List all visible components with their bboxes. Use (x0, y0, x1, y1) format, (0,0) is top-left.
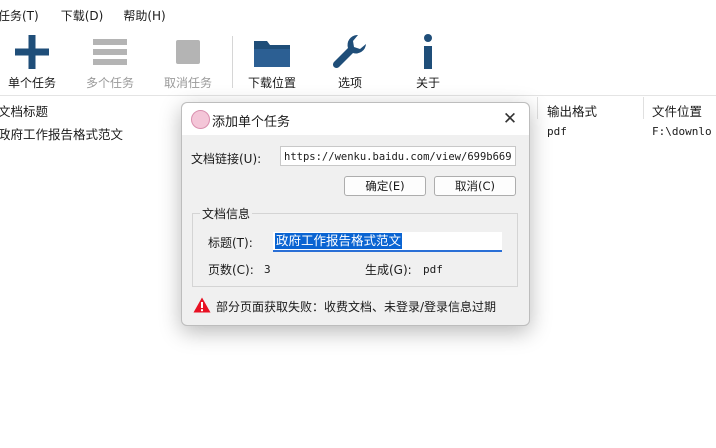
output-value: pdf (423, 263, 443, 276)
info-icon (418, 30, 438, 74)
confirm-button[interactable]: 确定(E) (344, 176, 426, 196)
menu-download[interactable]: 下载(D) (61, 7, 104, 24)
menu-help[interactable]: 帮助(H) (123, 7, 165, 24)
column-header-format[interactable]: 输出格式 (547, 101, 597, 120)
column-header-location[interactable]: 文件位置 (652, 101, 702, 120)
dialog-title: 添加单个任务 (212, 115, 291, 130)
cancel-task-button[interactable]: 取消任务 (160, 30, 216, 94)
close-icon[interactable]: ✕ (499, 108, 521, 130)
pages-label: 页数(C): (208, 263, 254, 277)
toolbar: 单个任务 多个任务 取消任务 下载位置 选项 关于 (0, 30, 716, 94)
warning-message: 部分页面获取失败：收费文档、未登录/登录信息过期 (193, 297, 496, 316)
wrench-icon (330, 30, 370, 74)
menu-bar: 任务(T) 下载(D) 帮助(H) (0, 0, 716, 30)
url-label: 文档链接(U): (191, 152, 262, 166)
title-input[interactable]: 政府工作报告格式范文 (273, 232, 502, 252)
list-divider (0, 95, 716, 96)
multi-task-button[interactable]: 多个任务 (82, 30, 138, 94)
warning-text: 部分页面获取失败：收费文档、未登录/登录信息过期 (216, 300, 497, 314)
stop-icon (174, 30, 202, 74)
about-button[interactable]: 关于 (400, 30, 456, 94)
row-title[interactable]: 政府工作报告格式范文 (0, 124, 123, 143)
title-value: 政府工作报告格式范文 (275, 233, 403, 249)
dialog-title-bar: 添加单个任务 ✕ (182, 103, 529, 135)
column-header-title[interactable]: 文档标题 (0, 101, 48, 120)
output-label: 生成(G): (365, 263, 412, 277)
menu-task[interactable]: 任务(T) (0, 7, 39, 24)
app-icon (191, 110, 210, 129)
group-title: 文档信息 (200, 205, 253, 222)
url-input[interactable]: https://wenku.baidu.com/view/699b669 (280, 146, 516, 166)
column-separator[interactable] (537, 97, 538, 119)
folder-icon (252, 30, 292, 74)
toolbar-separator (232, 36, 233, 88)
add-task-dialog: 添加单个任务 ✕ 文档链接(U): https://wenku.baidu.co… (181, 102, 530, 326)
plus-icon (13, 30, 51, 74)
pages-value: 3 (264, 263, 271, 276)
row-location[interactable]: F:\downlo (652, 125, 712, 138)
cancel-button[interactable]: 取消(C) (434, 176, 516, 196)
warning-icon (193, 297, 211, 316)
list-icon (91, 30, 129, 74)
row-format[interactable]: pdf (547, 125, 567, 138)
download-location-button[interactable]: 下载位置 (244, 30, 300, 94)
options-button[interactable]: 选项 (322, 30, 378, 94)
title-label: 标题(T): (208, 236, 253, 250)
single-task-button[interactable]: 单个任务 (4, 30, 60, 94)
column-separator[interactable] (643, 97, 644, 119)
